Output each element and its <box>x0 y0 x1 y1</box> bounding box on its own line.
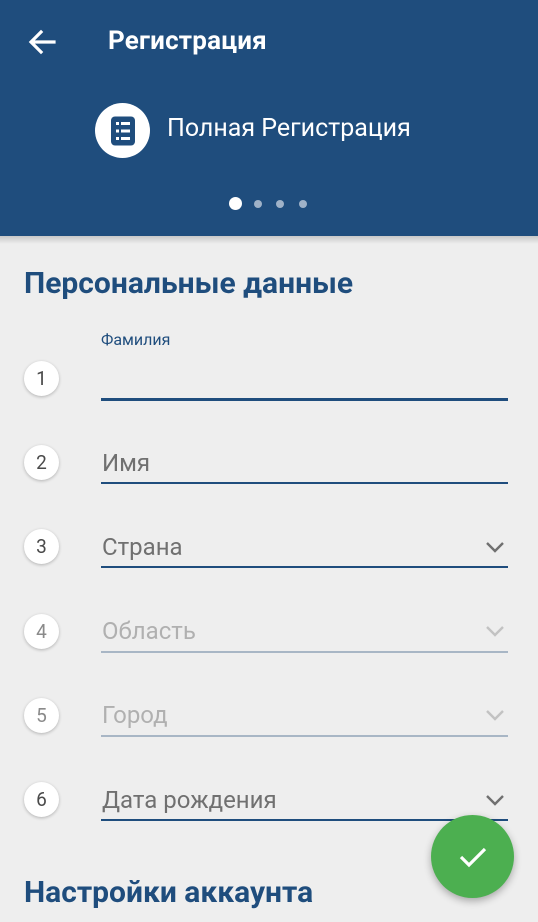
first-name-field[interactable]: Имя <box>101 440 508 486</box>
page-indicator-dot[interactable] <box>276 200 284 208</box>
region-select[interactable]: Область <box>101 608 508 654</box>
surname-underline <box>101 398 508 401</box>
list-document-icon <box>95 103 150 158</box>
country-underline <box>101 566 508 568</box>
chevron-down-icon[interactable] <box>484 540 506 554</box>
birth-date-select[interactable]: Дата рождения <box>101 777 508 823</box>
step-number: 1 <box>24 361 59 396</box>
submit-fab-button[interactable] <box>431 815 514 898</box>
city-select[interactable]: Город <box>101 692 508 738</box>
region-placeholder: Область <box>102 617 196 645</box>
registration-type-label: Полная Регистрация <box>167 114 411 143</box>
step-number: 3 <box>24 529 59 564</box>
region-underline <box>101 651 508 653</box>
page-title: Регистрация <box>108 26 267 56</box>
arrow-left-icon <box>28 29 56 55</box>
app-bar: Регистрация Полная Регистрация <box>0 0 538 236</box>
surname-label: Фамилия <box>101 330 171 349</box>
step-number: 5 <box>24 698 59 733</box>
back-button[interactable] <box>22 24 62 60</box>
birth-date-underline <box>101 819 508 821</box>
birth-date-placeholder: Дата рождения <box>102 786 277 814</box>
first-name-underline <box>101 482 508 484</box>
chevron-down-icon[interactable] <box>484 793 506 807</box>
step-number: 4 <box>24 614 59 649</box>
country-select[interactable]: Страна <box>101 524 508 570</box>
page-indicator-dot-active[interactable] <box>229 197 242 210</box>
surname-field[interactable]: Фамилия <box>101 330 508 402</box>
first-name-placeholder: Имя <box>102 449 151 477</box>
app-bar-shadow <box>0 236 538 244</box>
section-title-account: Настройки аккаунта <box>24 875 314 910</box>
country-placeholder: Страна <box>102 533 183 561</box>
city-placeholder: Город <box>102 701 168 729</box>
city-underline <box>101 735 508 737</box>
chevron-down-icon[interactable] <box>484 708 506 722</box>
step-number: 6 <box>24 782 59 817</box>
step-number: 2 <box>24 445 59 480</box>
checkmark-icon <box>459 847 486 867</box>
page-indicator-dot[interactable] <box>299 200 307 208</box>
chevron-down-icon[interactable] <box>484 624 506 638</box>
page-indicator-dot[interactable] <box>254 200 262 208</box>
page-indicator <box>0 197 538 211</box>
section-title-personal: Персональные данные <box>24 266 354 301</box>
